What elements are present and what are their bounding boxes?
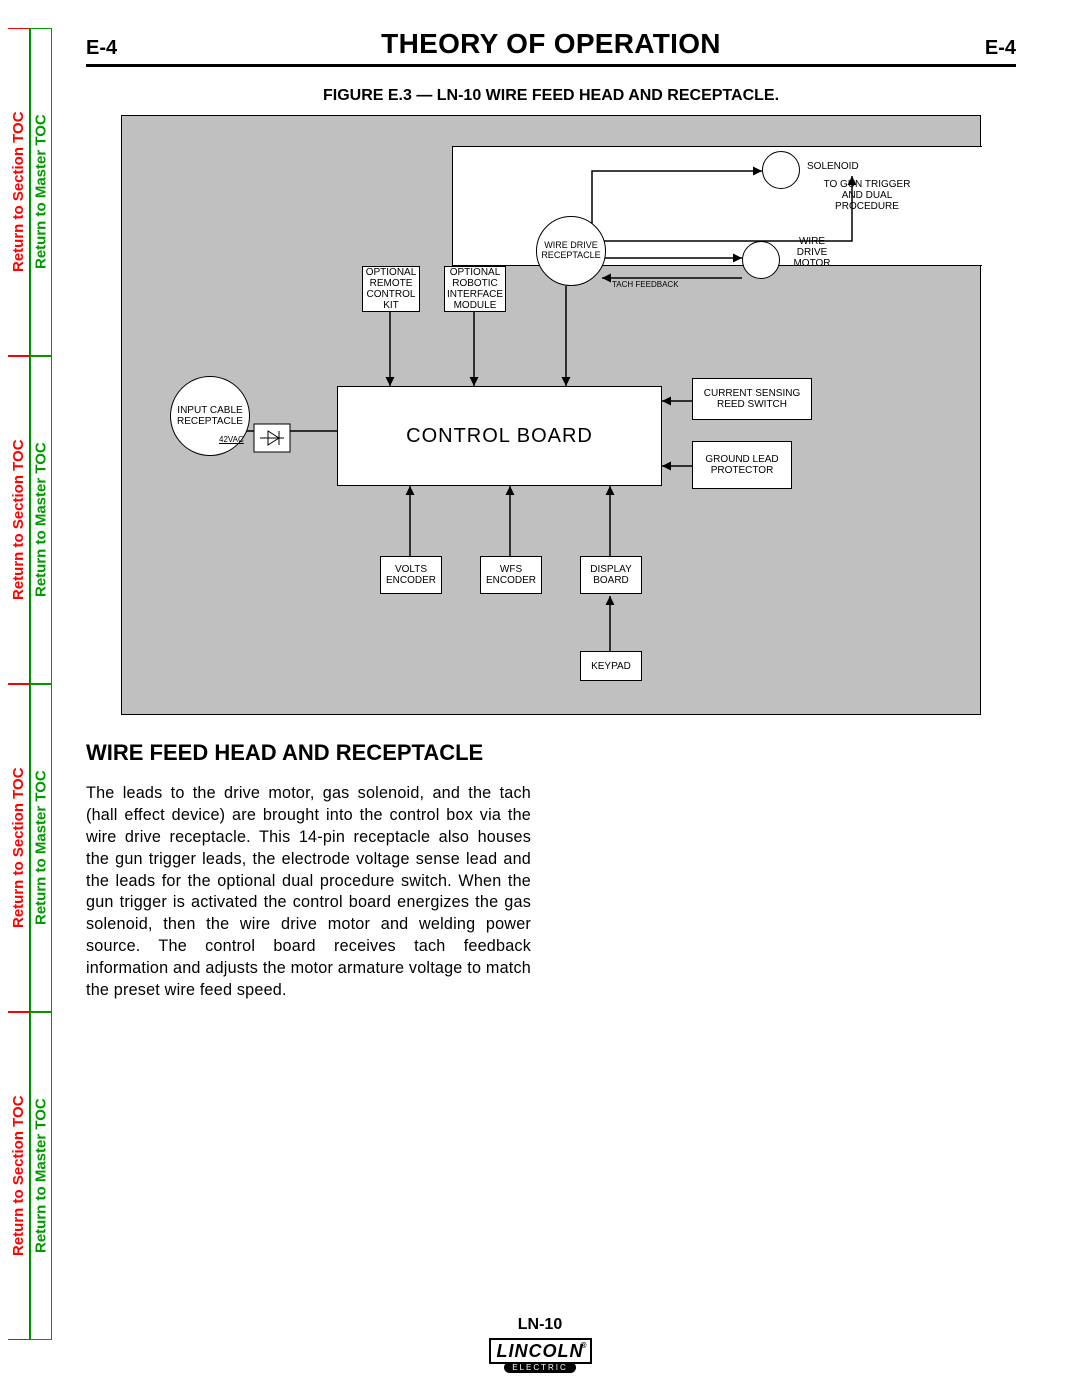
wiring-diagram: CONTROL BOARD OPTIONAL REMOTE CONTROL KI… [121,115,981,715]
keypad-box: KEYPAD [580,651,642,681]
solenoid-circle [762,151,800,189]
page-footer: LN-10 LINCOLN ® ELECTRIC [0,1316,1080,1375]
page-content: E-4 THEORY OF OPERATION E-4 FIGURE E.3 —… [86,28,1016,1002]
display-board-box: DISPLAY BOARD [580,556,642,594]
return-section-toc[interactable]: Return to Section TOC [8,684,30,1012]
wire-drive-receptacle-circle: WIRE DRIVE RECEPTACLE [536,216,606,286]
return-master-toc[interactable]: Return to Master TOC [30,28,52,356]
page-title: THEORY OF OPERATION [381,28,721,60]
volts-encoder-box: VOLTS ENCODER [380,556,442,594]
control-board-box: CONTROL BOARD [337,386,662,486]
registered-icon: ® [581,1341,588,1350]
footer-model: LN-10 [0,1316,1080,1334]
wire-drive-motor-label: WIRE DRIVE MOTOR [787,236,837,269]
logo-brand-top: LINCOLN [497,1341,584,1361]
wire-drive-motor-circle [742,241,780,279]
v42-label: 42VAC [219,436,244,445]
return-section-toc[interactable]: Return to Section TOC [8,356,30,684]
wfs-encoder-box: WFS ENCODER [480,556,542,594]
optional-remote-box: OPTIONAL REMOTE CONTROL KIT [362,266,420,312]
current-sensing-box: CURRENT SENSING REED SWITCH [692,378,812,420]
return-section-toc[interactable]: Return to Section TOC [8,1012,30,1340]
return-master-toc[interactable]: Return to Master TOC [30,1012,52,1340]
section-heading: WIRE FEED HEAD AND RECEPTACLE [86,741,1016,765]
ground-lead-box: GROUND LEAD PROTECTOR [692,441,792,489]
side-nav: Return to Section TOC Return to Section … [8,28,52,1340]
return-section-toc[interactable]: Return to Section TOC [8,28,30,356]
lincoln-logo: LINCOLN ® ELECTRIC [489,1338,592,1373]
page-code-left: E-4 [86,37,117,60]
to-gun-label: TO GUN TRIGGER AND DUAL PROCEDURE [812,179,922,212]
page-code-right: E-4 [985,37,1016,60]
page-header: E-4 THEORY OF OPERATION E-4 [86,28,1016,67]
return-master-toc[interactable]: Return to Master TOC [30,356,52,684]
figure-caption: FIGURE E.3 — LN-10 WIRE FEED HEAD AND RE… [86,87,1016,105]
return-master-toc[interactable]: Return to Master TOC [30,684,52,1012]
optional-robotic-box: OPTIONAL ROBOTIC INTERFACE MODULE [444,266,506,312]
tach-feedback-label: TACH FEEDBACK [612,281,679,290]
solenoid-label: SOLENOID [807,161,859,172]
section-body: The leads to the drive motor, gas soleno… [86,783,531,1002]
